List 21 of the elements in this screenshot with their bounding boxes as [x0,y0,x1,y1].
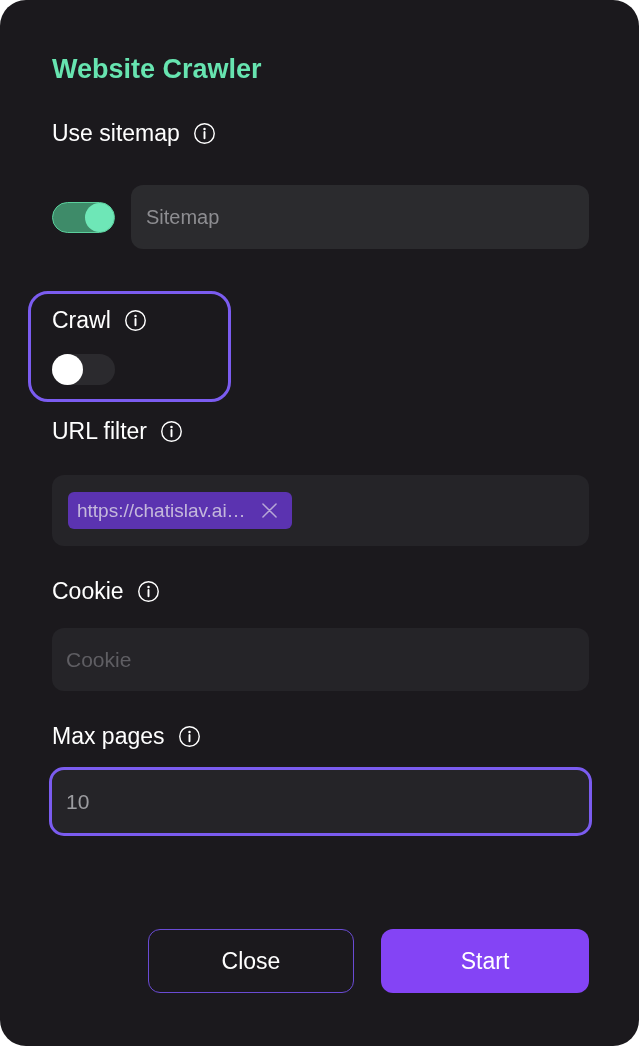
toggle-switch[interactable] [52,201,115,233]
input-field[interactable]: 10 [49,767,592,836]
field-label: Cookie [52,577,124,606]
info-icon[interactable] [193,122,215,144]
info-icon[interactable] [178,725,200,747]
field-label: Use sitemap [52,119,180,148]
field-label: Max pages [52,722,165,751]
field-label: URL filter [52,417,147,446]
input-field[interactable]: Cookie [52,628,589,691]
close-icon[interactable] [261,503,277,518]
tag-text: https://chatislav.ai… [77,498,246,523]
info-icon[interactable] [137,580,159,602]
close-button[interactable]: Close [148,929,354,993]
tag-input-field[interactable]: https://chatislav.ai… [52,475,589,546]
toggle-switch[interactable] [52,354,115,385]
input-field[interactable]: Sitemap [131,185,589,249]
field-label: Crawl [52,306,111,335]
info-icon[interactable] [161,420,182,442]
start-button[interactable]: Start [381,929,589,993]
dialog-title: Website Crawler [52,53,263,85]
info-icon[interactable] [124,309,146,331]
